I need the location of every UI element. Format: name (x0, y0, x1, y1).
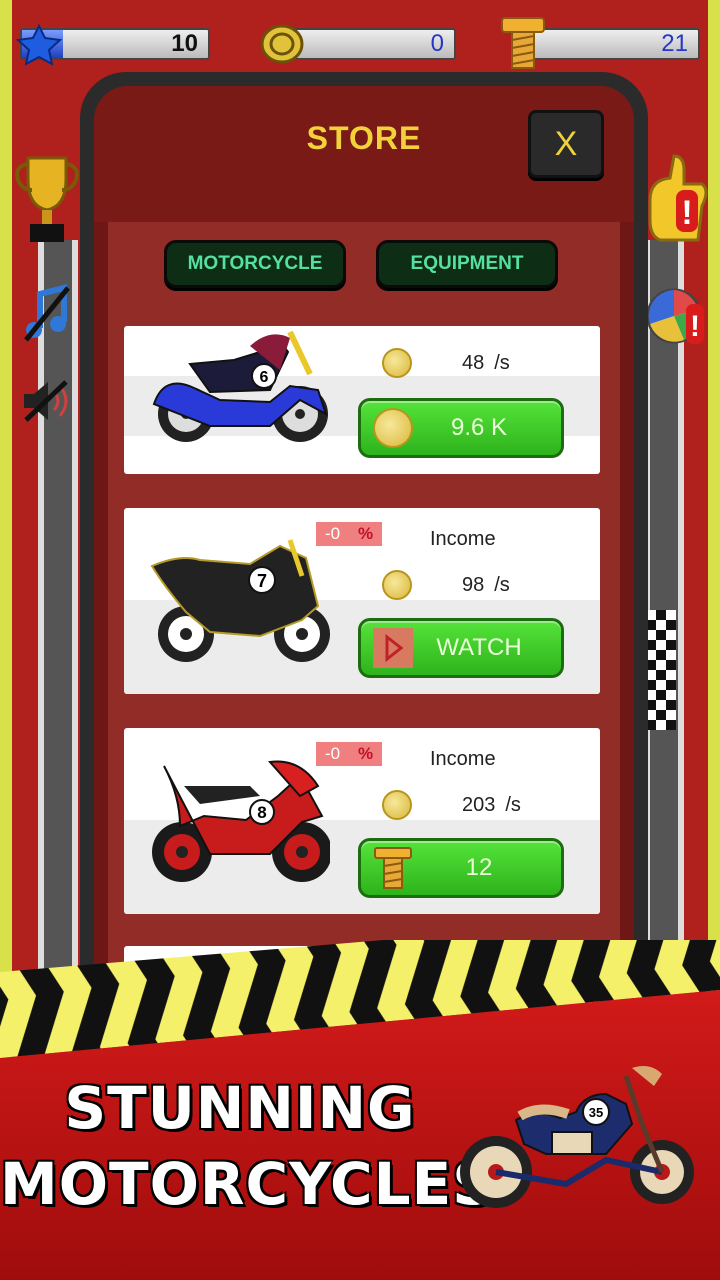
motorcycle-8-image: 8 (152, 760, 330, 882)
store-panel: STORE X MOTORCYCLE EQUIPMENT 6 48 /s 9.6… (80, 72, 648, 1032)
wheel-spin-icon[interactable]: ! (644, 284, 708, 352)
promo-line-2: MOTORCYCLES (0, 1150, 495, 1218)
motorcycle-7-image: 7 (150, 539, 330, 662)
play-icon (373, 628, 413, 668)
bike-number: 35 (589, 1105, 603, 1120)
income-rate-unit: /s (494, 573, 510, 596)
income-rate-value: 203 (462, 793, 496, 816)
sound-off-icon[interactable] (20, 378, 72, 424)
watch-label: WATCH (436, 634, 522, 661)
store-item: 6 48 /s 9.6 K (124, 326, 600, 474)
coin-icon (260, 24, 304, 64)
coin-icon (382, 790, 412, 820)
trophy-icon[interactable] (14, 150, 80, 248)
music-off-icon[interactable] (22, 284, 72, 344)
store-inner: STORE X MOTORCYCLE EQUIPMENT 6 48 /s 9.6… (94, 86, 634, 1018)
income-rate-row: 48 /s (382, 348, 510, 378)
motorcycle-6-image: 6 (152, 330, 328, 442)
track-left (38, 240, 78, 980)
bolt-icon (501, 17, 545, 69)
promo-line-1: STUNNING (64, 1074, 416, 1142)
price-label: 12 (465, 854, 493, 881)
income-rate-row: 98 /s (382, 570, 510, 600)
store-item: -0 % 8 Income 203 /s 12 (124, 728, 600, 914)
bike-number: 6 (260, 369, 269, 386)
tab-motorcycle[interactable]: MOTORCYCLE (164, 240, 346, 288)
coin-icon (373, 408, 413, 448)
coin-icon (382, 570, 412, 600)
level-badge-icon (16, 24, 62, 66)
coins-bar: 0 (280, 28, 456, 60)
income-rate-row: 203 /s (382, 790, 521, 820)
percent-icon: % (357, 524, 374, 543)
thumbs-up-icon[interactable]: ! (640, 150, 712, 250)
income-rate-unit: /s (505, 793, 521, 816)
income-label: Income (430, 528, 496, 550)
bike-number: 7 (257, 571, 267, 591)
svg-text:!: ! (690, 310, 700, 343)
coins-value: 0 (430, 30, 444, 57)
finish-flag (646, 610, 676, 730)
coin-icon (382, 348, 412, 378)
svg-text:!: ! (681, 194, 692, 232)
buy-with-bolts-button[interactable]: 12 (358, 838, 564, 898)
bolt-icon (374, 847, 412, 889)
income-rate-unit: /s (494, 351, 510, 374)
store-item: -0 % 7 Income 98 /s WATCH (124, 508, 600, 694)
income-label: Income (430, 748, 496, 770)
tab-equipment[interactable]: EQUIPMENT (376, 240, 558, 288)
income-rate-value: 98 (462, 573, 485, 596)
price-label: 9.6 K (450, 414, 508, 441)
level-value: 10 (171, 30, 198, 57)
close-button[interactable]: X (528, 110, 604, 178)
income-rate-value: 48 (462, 351, 485, 374)
percent-icon: % (357, 744, 374, 763)
buy-with-coins-button[interactable]: 9.6 K (358, 398, 564, 458)
promo-headline: STUNNING MOTORCYCLES (0, 1074, 495, 1218)
bike-number: 8 (257, 803, 266, 822)
bolts-value: 21 (661, 30, 688, 57)
chopper-motorcycle-image: 35 (460, 1066, 694, 1208)
watch-ad-button[interactable]: WATCH (358, 618, 564, 678)
